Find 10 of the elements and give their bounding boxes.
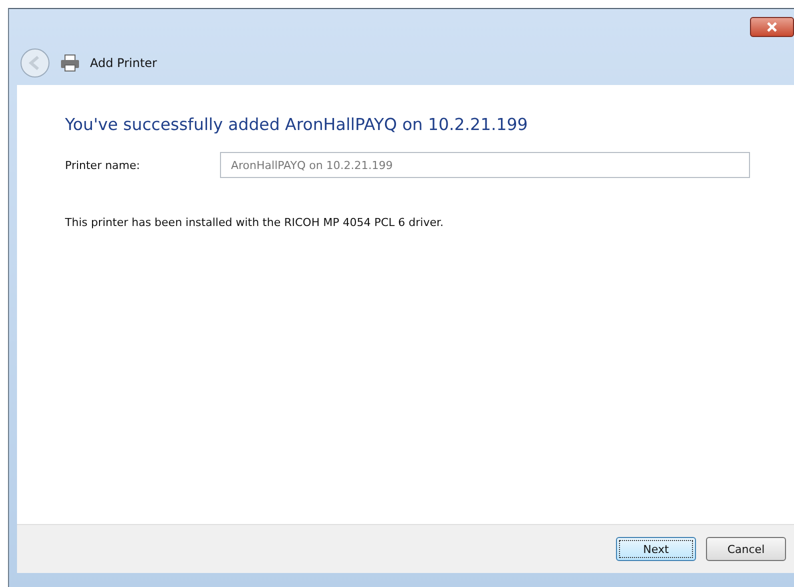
close-icon	[766, 22, 778, 32]
dialog-button[interactable]: Cancel	[706, 537, 786, 561]
driver-message: This printer has been installed with the RICOH MP 4054 PCL 6 driver.	[65, 216, 444, 229]
printer-name-label: Printer name:	[65, 158, 141, 172]
close-button[interactable]	[750, 17, 794, 37]
printer-icon	[60, 54, 80, 72]
success-heading: You've successfully added AronHallPAYQ on 10.2.21.199	[65, 115, 529, 134]
window-title: Add Printer	[90, 56, 157, 70]
dialog-button[interactable]: Next	[616, 537, 696, 561]
printer-name-field[interactable]: AronHallPAYQ on 10.2.21.199	[220, 152, 750, 178]
